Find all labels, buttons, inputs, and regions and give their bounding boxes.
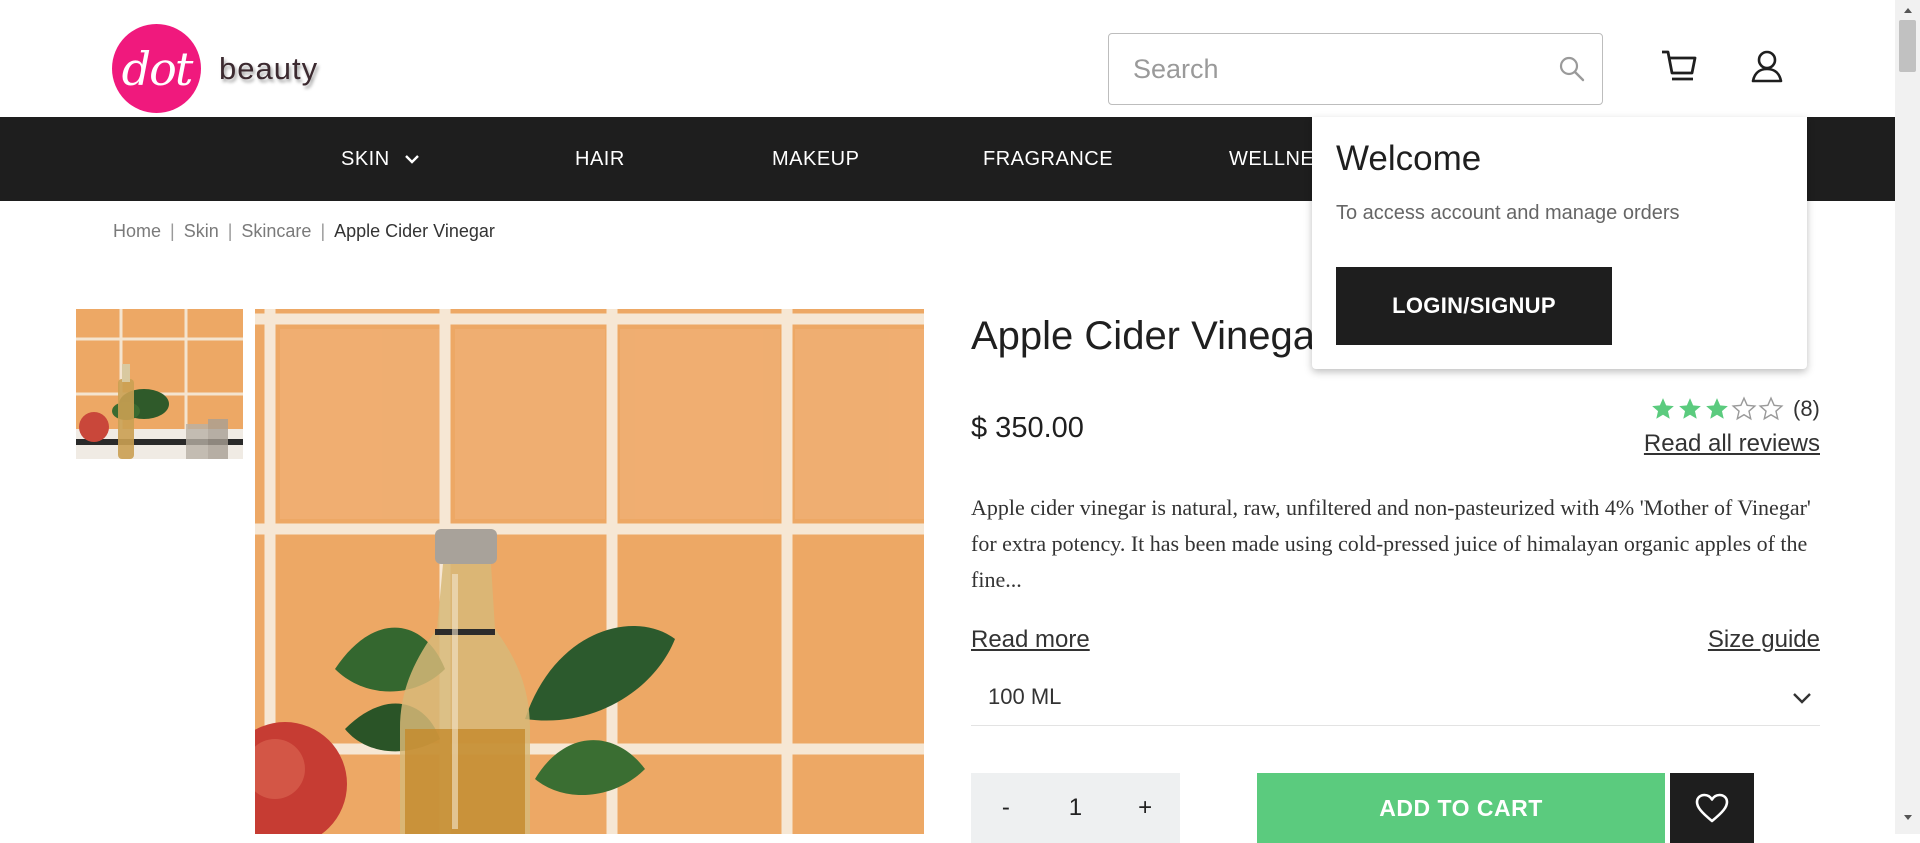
nav-item-fragrance[interactable]: FRAGRANCE <box>983 117 1113 201</box>
star-empty-icon <box>1731 396 1757 421</box>
product-main-image[interactable] <box>255 309 924 834</box>
breadcrumb-separator: | <box>227 221 233 241</box>
rating-stars: (8) <box>1650 396 1820 422</box>
cart-icon[interactable] <box>1657 44 1701 88</box>
product-description: Apple cider vinegar is natural, raw, unf… <box>971 495 1811 592</box>
breadcrumb-separator: | <box>320 221 326 241</box>
nav-item-label: MAKEUP <box>772 147 860 170</box>
size-guide-link[interactable]: Size guide <box>1700 626 1820 654</box>
product-title: Apple Cider Vinegar <box>971 314 1329 358</box>
nav-item-label: WELLNE <box>1229 147 1315 170</box>
account-popup: Welcome To access account and manage ord… <box>1312 117 1807 369</box>
breadcrumb-home[interactable]: Home <box>113 221 161 242</box>
product-price: $ 350.00 <box>971 412 1084 444</box>
heart-icon <box>1695 793 1729 823</box>
nav-item-label: FRAGRANCE <box>983 147 1114 170</box>
search-box <box>1108 33 1603 105</box>
popup-title: Welcome <box>1336 139 1482 178</box>
chevron-down-icon <box>404 154 420 164</box>
scroll-down-arrow-icon[interactable] <box>1895 814 1920 828</box>
nav-item-wellness[interactable]: WELLNE <box>1229 117 1314 201</box>
star-empty-icon <box>1758 396 1784 421</box>
star-filled-icon <box>1679 398 1701 419</box>
breadcrumb-skincare[interactable]: Skincare <box>241 221 311 242</box>
brand-logo[interactable]: dot beauty <box>112 24 318 113</box>
nav-item-label: HAIR <box>575 147 625 170</box>
search-icon[interactable] <box>1542 55 1602 83</box>
nav-item-hair[interactable]: HAIR <box>575 117 625 201</box>
quantity-value[interactable]: 1 <box>1055 794 1095 822</box>
product-thumbnail[interactable] <box>76 309 243 459</box>
breadcrumb-current: Apple Cider Vinegar <box>334 221 495 241</box>
breadcrumb: Home | Skin | Skincare | Apple Cider Vin… <box>113 221 495 242</box>
quantity-increase-button[interactable]: + <box>1125 794 1165 822</box>
nav-item-label: SKIN <box>341 147 390 170</box>
star-filled-icon <box>1706 398 1728 419</box>
popup-subtitle: To access account and manage orders <box>1336 202 1680 224</box>
breadcrumb-skin[interactable]: Skin <box>184 221 219 242</box>
user-icon[interactable] <box>1745 44 1789 88</box>
star-filled-icon <box>1652 398 1674 419</box>
vertical-scrollbar[interactable] <box>1895 0 1920 834</box>
login-signup-button[interactable]: LOGIN/SIGNUP <box>1336 267 1612 345</box>
read-more-link[interactable]: Read more <box>971 626 1090 654</box>
size-select[interactable]: 100 ML <box>971 668 1820 726</box>
add-to-cart-button[interactable]: ADD TO CART <box>1257 773 1665 843</box>
search-input[interactable] <box>1109 34 1542 104</box>
size-selected-value: 100 ML <box>988 683 1062 709</box>
site-header: dot beauty <box>0 0 1895 117</box>
nav-item-skin[interactable]: SKIN <box>341 117 420 201</box>
logo-wordmark: beauty <box>219 50 319 86</box>
wishlist-button[interactable] <box>1670 773 1754 843</box>
quantity-decrease-button[interactable]: - <box>986 794 1026 822</box>
scroll-up-arrow-icon[interactable] <box>1895 6 1920 20</box>
scroll-thumb[interactable] <box>1899 20 1916 72</box>
review-count: (8) <box>1793 396 1820 421</box>
nav-item-makeup[interactable]: MAKEUP <box>772 117 859 201</box>
chevron-down-icon <box>1792 684 1812 710</box>
quantity-stepper: - 1 + <box>971 773 1180 843</box>
logo-mark: dot <box>112 24 201 113</box>
read-all-reviews-link[interactable]: Read all reviews <box>1640 430 1820 458</box>
breadcrumb-separator: | <box>170 221 175 241</box>
